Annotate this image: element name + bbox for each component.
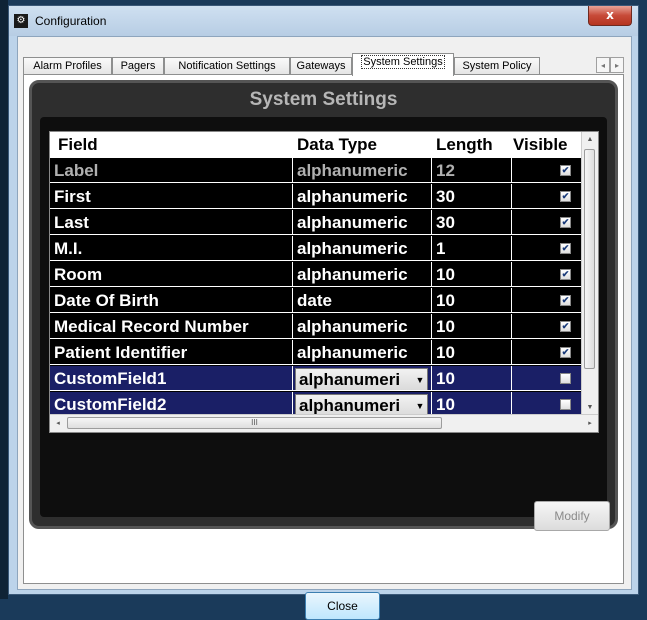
fields-grid: Field Data Type Length Visible Label alph… — [49, 131, 599, 433]
tab-pagers[interactable]: Pagers — [112, 57, 164, 75]
scroll-left-icon[interactable]: ◂ — [50, 415, 66, 432]
panel-title: System Settings — [249, 89, 398, 110]
table-row[interactable]: Label alphanumeric 12 — [50, 158, 584, 184]
visible-checkbox — [560, 165, 571, 176]
tab-notification-settings[interactable]: Notification Settings — [164, 57, 290, 75]
scroll-up-icon[interactable]: ▲ — [582, 132, 598, 148]
cell-data-type[interactable]: alphanumeric — [293, 184, 432, 209]
tab-scroll-right-icon[interactable]: ▸ — [610, 57, 624, 73]
cell-field[interactable]: Label — [50, 158, 293, 183]
tab-scroll-left-icon[interactable]: ◂ — [596, 57, 610, 73]
cell-field[interactable]: First — [50, 184, 293, 209]
cell-data-type[interactable]: alphanumeri ▼ — [293, 366, 432, 391]
cell-visible — [512, 210, 584, 235]
cell-visible — [512, 288, 584, 313]
scroll-right-icon[interactable]: ▸ — [582, 415, 598, 432]
cell-field[interactable]: CustomField1 — [50, 366, 293, 391]
cell-visible — [512, 262, 584, 287]
close-button[interactable]: Close — [305, 592, 380, 620]
cell-length[interactable]: 30 — [432, 210, 512, 235]
table-row[interactable]: CustomField1 alphanumeri ▼ 10 — [50, 366, 584, 392]
visible-checkbox[interactable] — [560, 347, 571, 358]
gear-icon: ⚙ — [14, 14, 28, 28]
cell-field[interactable]: M.I. — [50, 236, 293, 261]
window-close-button[interactable]: x — [588, 6, 632, 26]
visible-checkbox[interactable] — [560, 321, 571, 332]
cell-field[interactable]: Room — [50, 262, 293, 287]
cell-visible — [512, 366, 584, 391]
cell-data-type[interactable]: alphanumeric — [293, 236, 432, 261]
visible-checkbox[interactable] — [560, 295, 571, 306]
visible-checkbox[interactable] — [560, 243, 571, 254]
cell-length[interactable]: 1 — [432, 236, 512, 261]
cell-data-type[interactable]: alphanumeric — [293, 314, 432, 339]
tab-system-policy[interactable]: System Policy — [454, 57, 540, 75]
cell-data-type[interactable]: alphanumeric — [293, 262, 432, 287]
vertical-scroll-thumb[interactable] — [584, 149, 595, 369]
title-bar[interactable]: ⚙ Configuration x — [9, 6, 638, 36]
column-header-length[interactable]: Length — [436, 132, 493, 158]
column-header-data-type[interactable]: Data Type — [297, 132, 377, 158]
cell-data-type[interactable]: alphanumeric — [293, 158, 432, 183]
cell-length[interactable]: 10 — [432, 340, 512, 365]
table-row[interactable]: Last alphanumeric 30 — [50, 210, 584, 236]
table-row[interactable]: First alphanumeric 30 — [50, 184, 584, 210]
cell-visible — [512, 314, 584, 339]
background-strip — [0, 0, 8, 599]
grid-header: Field Data Type Length Visible — [50, 132, 584, 158]
dropdown-value: alphanumeri — [299, 396, 401, 415]
system-settings-panel: System Settings Field Data Type Length V… — [29, 80, 618, 531]
cell-field[interactable]: Patient Identifier — [50, 340, 293, 365]
cell-data-type[interactable]: date — [293, 288, 432, 313]
cell-length[interactable]: 12 — [432, 158, 512, 183]
cell-visible — [512, 158, 584, 183]
cell-visible — [512, 340, 584, 365]
tab-system-settings[interactable]: System Settings — [352, 53, 454, 76]
vertical-scrollbar[interactable]: ▲ ▼ — [581, 132, 598, 416]
cell-length[interactable]: 10 — [432, 262, 512, 287]
tab-alarm-profiles[interactable]: Alarm Profiles — [23, 57, 112, 75]
table-row[interactable]: Medical Record Number alphanumeric 10 — [50, 314, 584, 340]
window-title: Configuration — [35, 14, 107, 28]
client-area: Alarm Profiles Pagers Notification Setti… — [17, 36, 632, 620]
cell-data-type[interactable]: alphanumeric — [293, 340, 432, 365]
table-row[interactable]: Date Of Birth date 10 — [50, 288, 584, 314]
cell-length[interactable]: 30 — [432, 184, 512, 209]
chevron-down-icon[interactable]: ▼ — [413, 369, 427, 390]
cell-field[interactable]: Medical Record Number — [50, 314, 293, 339]
visible-checkbox[interactable] — [560, 217, 571, 228]
table-row[interactable]: Room alphanumeric 10 — [50, 262, 584, 288]
column-header-field[interactable]: Field — [58, 132, 98, 158]
horizontal-scroll-thumb[interactable]: III — [67, 417, 442, 429]
visible-checkbox[interactable] — [560, 399, 571, 410]
cell-data-type[interactable]: alphanumeric — [293, 210, 432, 235]
dropdown-value: alphanumeri — [299, 370, 401, 389]
cell-field[interactable]: Date Of Birth — [50, 288, 293, 313]
cell-length[interactable]: 10 — [432, 288, 512, 313]
cell-field[interactable]: Last — [50, 210, 293, 235]
tab-page-system-settings: System Settings Field Data Type Length V… — [23, 74, 624, 620]
horizontal-scrollbar[interactable]: ◂ III ▸ — [50, 414, 598, 432]
table-row[interactable]: M.I. alphanumeric 1 — [50, 236, 584, 262]
configuration-window: ⚙ Configuration x Alarm Profiles Pagers … — [8, 5, 639, 620]
tab-gateways[interactable]: Gateways — [290, 57, 352, 75]
table-row[interactable]: Patient Identifier alphanumeric 10 — [50, 340, 584, 366]
column-header-visible[interactable]: Visible — [513, 132, 568, 158]
cell-length[interactable]: 10 — [432, 314, 512, 339]
visible-checkbox[interactable] — [560, 373, 571, 384]
visible-checkbox[interactable] — [560, 269, 571, 280]
cell-visible — [512, 184, 584, 209]
modify-button[interactable]: Modify — [534, 501, 610, 531]
panel-inner: Field Data Type Length Visible Label alph… — [40, 117, 607, 517]
data-type-dropdown[interactable]: alphanumeri ▼ — [295, 368, 428, 390]
visible-checkbox[interactable] — [560, 191, 571, 202]
cell-visible — [512, 236, 584, 261]
cell-length[interactable]: 10 — [432, 366, 512, 391]
